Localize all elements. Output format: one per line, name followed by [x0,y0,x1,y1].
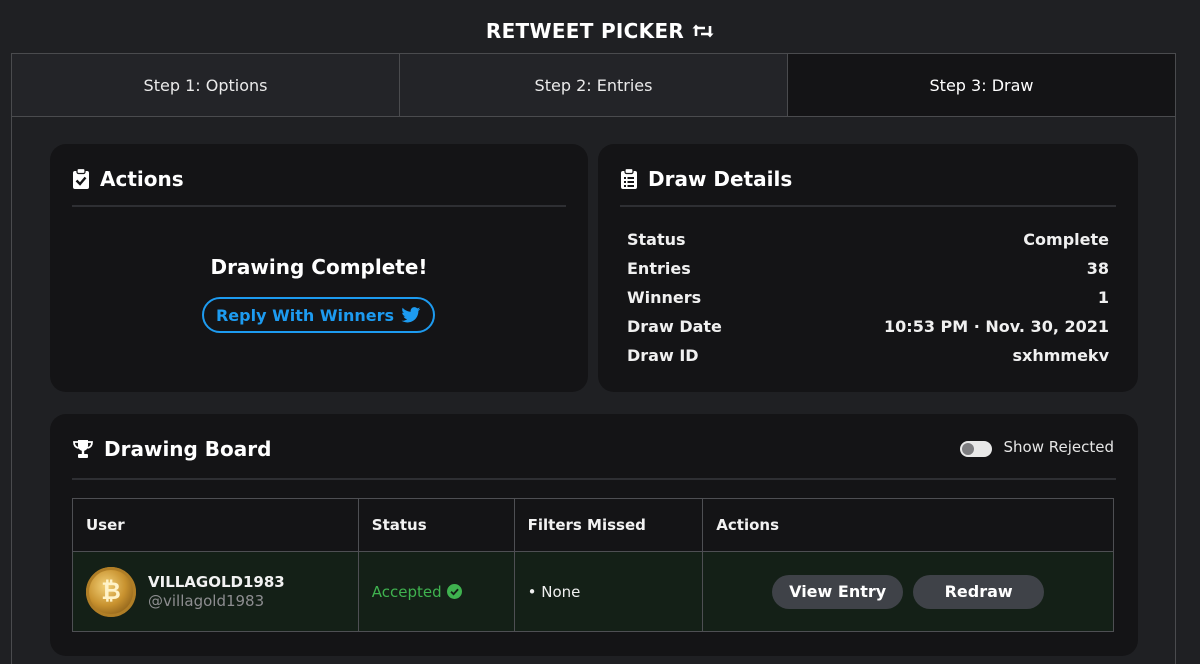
table-row: ₿ VILLAGOLD1983 @villagold1983 Accepted [72,551,1114,632]
user-display-name[interactable]: VILLAGOLD1983 [148,573,285,591]
filters-missed-cell: • None [513,551,704,632]
column-header-filters-missed: Filters Missed [513,498,704,552]
reply-button-label: Reply With Winners [215,305,395,325]
actions-cell: View Entry Redraw [702,551,1114,632]
show-rejected-toggle[interactable] [960,441,992,457]
detail-row-entries: Entries 38 [627,257,1109,279]
detail-row-winners: Winners 1 [627,286,1109,308]
user-info: VILLAGOLD1983 @villagold1983 [148,573,285,610]
clipboard-list-icon [621,168,637,189]
app-header: RETWEET PICKER [0,18,1200,44]
detail-value: sxhmmekv [1012,345,1110,365]
tab-step-3-draw[interactable]: Step 3: Draw [788,54,1175,116]
actions-card: Actions Drawing Complete! Reply With Win… [50,144,588,392]
detail-label: Draw Date [627,316,722,336]
table-header-row: User Status Filters Missed Actions [72,498,1114,552]
draw-details-card: Draw Details Status Complete Entries 38 … [598,144,1138,392]
twitter-bird-icon [401,307,421,323]
column-header-actions: Actions [702,498,1114,552]
detail-row-status: Status Complete [627,228,1109,250]
details-title: Draw Details [648,167,793,191]
drawing-board-card: Drawing Board Show Rejected User Status … [50,414,1138,656]
detail-value: 1 [1097,287,1109,307]
step-tabs: Step 1: Options Step 2: Entries Step 3: … [12,54,1175,117]
detail-label: Entries [627,258,691,278]
view-entry-button[interactable]: View Entry [772,574,904,609]
detail-label: Draw ID [627,345,699,365]
tab-step-1-options[interactable]: Step 1: Options [12,54,400,116]
clipboard-check-icon [73,168,89,189]
divider [72,478,1116,480]
drawing-complete-message: Drawing Complete! [210,255,428,279]
divider [72,205,566,207]
detail-label: Status [627,229,686,249]
actions-title: Actions [100,167,184,191]
tab-step-2-entries[interactable]: Step 2: Entries [400,54,788,116]
status-text: Accepted [371,582,442,601]
divider [620,205,1116,207]
drawing-board-table: User Status Filters Missed Actions ₿ VIL… [72,498,1114,632]
show-rejected-label: Show Rejected [1003,438,1115,456]
redraw-button[interactable]: Redraw [913,574,1045,609]
board-title: Drawing Board [104,437,272,461]
reply-with-winners-button[interactable]: Reply With Winners [202,297,435,333]
toggle-knob [962,443,974,455]
trophy-icon [73,440,93,458]
status-badge: Accepted [372,583,514,601]
detail-label: Winners [627,287,702,307]
status-cell: Accepted [357,551,515,632]
avatar[interactable]: ₿ [86,566,136,617]
detail-row-draw-date: Draw Date 10:53 PM · Nov. 30, 2021 [627,315,1109,337]
app-title: RETWEET PICKER [485,19,685,43]
detail-value: 38 [1086,258,1109,278]
column-header-status: Status [357,498,515,552]
user-cell: ₿ VILLAGOLD1983 @villagold1983 [72,551,359,632]
detail-value: Complete [1023,229,1109,249]
column-header-user: User [72,498,359,552]
detail-value: 10:53 PM · Nov. 30, 2021 [884,316,1109,336]
details-header: Draw Details [620,162,1116,196]
user-handle[interactable]: @villagold1983 [148,592,285,610]
actions-header: Actions [72,162,566,196]
retweet-icon [692,24,714,38]
check-circle-icon [446,584,462,599]
detail-row-draw-id: Draw ID sxhmmekv [627,344,1109,366]
